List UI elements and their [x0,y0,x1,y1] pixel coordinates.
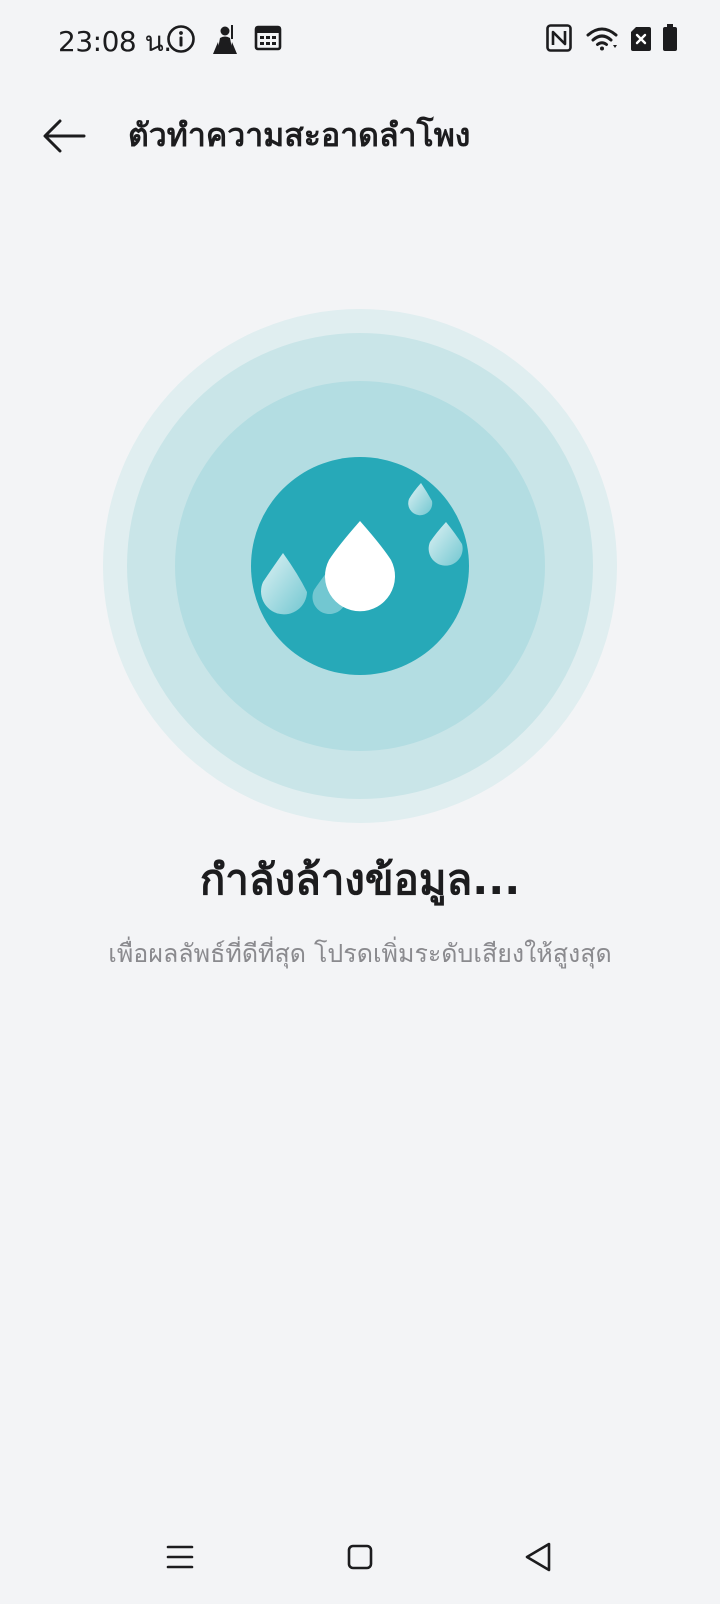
cleaning-status-heading: กำลังล้างข้อมูล... [199,855,521,904]
cleaning-illustration [102,308,618,824]
sim-disabled-icon [630,26,652,56]
speaker-cleaner-screen: 23:08 น. ตัวทำความสะอาดลำโพง กำลังล้างข้… [0,0,720,1604]
calendar-icon [254,24,282,56]
home-icon [347,1544,373,1570]
status-bar: 23:08 น. [0,0,720,84]
arrow-left-icon [43,119,86,153]
status-time: 23:08 น. [58,25,172,58]
game-character-icon [210,24,240,60]
page-title: ตัวทำความสะอาดลำโพง [128,116,471,154]
wifi-icon [586,26,618,56]
system-nav-bar [0,1520,720,1604]
home-button[interactable] [320,1520,400,1594]
nfc-icon [546,24,572,56]
back-triangle-icon [525,1542,551,1572]
menu-icon [166,1545,194,1569]
volume-hint-text: เพื่อผลลัพธ์ที่ดีที่สุด โปรดเพิ่มระดับเส… [108,939,612,968]
info-icon [166,24,196,58]
battery-icon [662,24,678,56]
app-bar: ตัวทำความสะอาดลำโพง [0,96,720,176]
recent-apps-button[interactable] [140,1520,220,1594]
back-button[interactable] [30,102,98,170]
system-back-button[interactable] [498,1520,578,1594]
